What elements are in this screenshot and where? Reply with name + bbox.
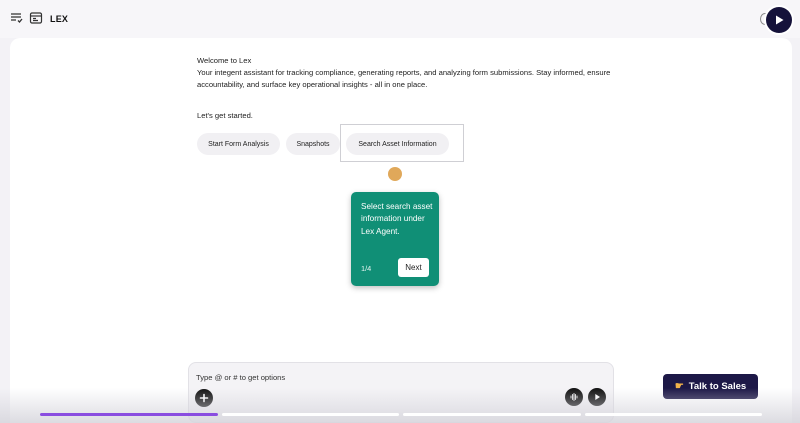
welcome-message: Welcome to Lex Your integent assistant f…: [197, 55, 617, 91]
tour-next-button[interactable]: Next: [398, 258, 429, 277]
voice-input-button[interactable]: [565, 388, 583, 406]
get-started-text: Let's get started.: [197, 111, 253, 120]
top-bar: LEX: [0, 0, 800, 38]
progress-segment[interactable]: [40, 413, 218, 416]
play-icon: [776, 15, 784, 25]
progress-segment-fill: [40, 413, 218, 416]
progress-segment[interactable]: [221, 413, 399, 416]
progress-segment[interactable]: [584, 413, 762, 416]
welcome-description: Your integent assistant for tracking com…: [197, 68, 611, 89]
browser-window-icon[interactable]: [29, 11, 43, 25]
send-button[interactable]: [588, 388, 606, 406]
welcome-title: Welcome to Lex: [197, 56, 252, 65]
add-attachment-button[interactable]: [195, 389, 213, 407]
snapshots-button[interactable]: Snapshots: [286, 133, 340, 155]
plus-icon: [199, 393, 209, 403]
start-form-analysis-button[interactable]: Start Form Analysis: [197, 133, 280, 155]
voice-wave-icon: [570, 393, 578, 401]
tour-instruction: Select search asset information under Le…: [361, 202, 433, 236]
tour-step-counter: 1/4: [361, 264, 372, 273]
talk-to-sales-label: Talk to Sales: [688, 381, 747, 392]
pointing-hand-icon: ☛: [674, 381, 684, 392]
app-title: LEX: [50, 14, 69, 24]
progress-segment[interactable]: [403, 413, 581, 416]
playback-progress[interactable]: [40, 413, 762, 416]
chat-input[interactable]: [196, 371, 496, 383]
tour-beacon[interactable]: [388, 167, 402, 181]
corner-play-button[interactable]: [766, 7, 792, 33]
send-play-icon: [595, 394, 600, 400]
talk-to-sales-button[interactable]: ☛ Talk to Sales: [663, 374, 758, 399]
notes-list-icon[interactable]: [9, 11, 23, 25]
tour-highlight-frame: [340, 124, 464, 162]
